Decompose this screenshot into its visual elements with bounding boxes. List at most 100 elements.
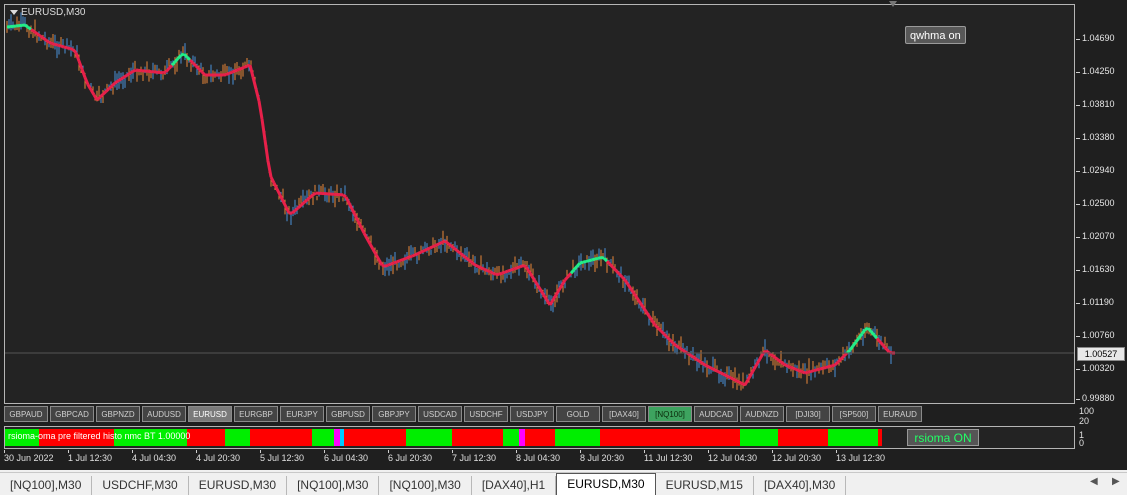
moving-average-segment xyxy=(745,380,748,385)
chart-tab[interactable]: [DAX40],H1 xyxy=(472,476,556,495)
moving-average-segment xyxy=(577,263,580,266)
symbol-button-usdcad[interactable]: USDCAD xyxy=(418,406,462,422)
symbol-button-nq100[interactable]: [NQ100] xyxy=(648,406,692,422)
rsioma-subwindow[interactable]: rsioma-oma pre filtered histo nmc BT 1.0… xyxy=(4,426,1075,449)
moving-average-segment xyxy=(37,34,40,36)
symbol-button-eurjpy[interactable]: EURJPY xyxy=(280,406,324,422)
chart-tab[interactable]: EURUSD,M30 xyxy=(189,476,287,495)
moving-average-segment xyxy=(706,366,709,368)
moving-average-segment xyxy=(313,193,316,195)
histogram-segment xyxy=(878,429,882,446)
symbol-button-gbpcad[interactable]: GBPCAD xyxy=(50,406,94,422)
moving-average-segment xyxy=(481,268,484,269)
moving-average-segment xyxy=(778,360,781,362)
symbol-button-gbpusd[interactable]: GBPUSD xyxy=(326,406,370,422)
price-label: 1.02940 xyxy=(1082,165,1115,175)
moving-average-segment xyxy=(304,200,307,203)
moving-average-segment xyxy=(760,354,763,359)
symbol-button-dji30[interactable]: [DJI30] xyxy=(786,406,830,422)
price-axis[interactable]: 1.046901.042501.038101.033801.029401.025… xyxy=(1076,4,1127,404)
moving-average-segment xyxy=(226,73,229,74)
moving-average-segment xyxy=(841,356,844,359)
tab-scroll-left-icon[interactable]: ◀ xyxy=(1090,476,1098,487)
histogram-segment xyxy=(828,429,878,446)
moving-average-segment xyxy=(730,378,733,380)
moving-average-segment xyxy=(514,268,517,269)
time-label: 13 Jul 12:30 xyxy=(836,453,885,463)
moving-average-segment xyxy=(451,246,454,248)
chart-tab[interactable]: USDCHF,M30 xyxy=(92,476,188,495)
moving-average-segment xyxy=(724,375,727,377)
price-chart[interactable]: EURUSD,M30 qwhma on xyxy=(4,4,1075,404)
chart-tab[interactable]: [NQ100],M30 xyxy=(287,476,379,495)
symbol-button-audnzd[interactable]: AUDNZD xyxy=(740,406,784,422)
symbol-button-usdchf[interactable]: USDCHF xyxy=(464,406,508,422)
moving-average-segment xyxy=(49,42,52,43)
moving-average-segment xyxy=(721,373,724,375)
moving-average-segment xyxy=(679,348,682,350)
moving-average-segment xyxy=(202,72,205,75)
symbol-button-dax40[interactable]: [DAX40] xyxy=(602,406,646,422)
symbol-button-gbpnzd[interactable]: GBPNZD xyxy=(96,406,140,422)
moving-average-segment xyxy=(478,266,481,267)
rsioma-toggle-button[interactable]: rsioma ON xyxy=(907,429,979,446)
moving-average-segment xyxy=(112,83,115,86)
price-tick xyxy=(1076,72,1080,73)
moving-average-segment xyxy=(100,94,103,97)
symbol-button-row: GBPAUDGBPCADGBPNZDAUDUSDEURUSDEURGBPEURJ… xyxy=(4,406,922,424)
symbol-button-usdjpy[interactable]: USDJPY xyxy=(510,406,554,422)
moving-average-segment xyxy=(694,358,697,360)
symbol-button-sp500[interactable]: [SP500] xyxy=(832,406,876,422)
symbol-button-eurusd[interactable]: EURUSD xyxy=(188,406,232,422)
moving-average-segment xyxy=(469,260,472,262)
moving-average-segment xyxy=(433,245,436,246)
moving-average-segment xyxy=(76,53,79,61)
time-label: 6 Jul 04:30 xyxy=(324,453,368,463)
moving-average-segment xyxy=(28,27,31,29)
moving-average-segment xyxy=(520,266,523,267)
moving-average-segment xyxy=(436,244,439,245)
moving-average-segment xyxy=(262,119,265,140)
time-label: 12 Jul 20:30 xyxy=(772,453,821,463)
moving-average-segment xyxy=(511,269,514,270)
moving-average-segment xyxy=(109,86,112,89)
price-label: 1.00760 xyxy=(1082,330,1115,340)
moving-average-segment xyxy=(361,227,364,233)
symbol-button-gbpjpy[interactable]: GBPJPY xyxy=(372,406,416,422)
moving-average-segment xyxy=(73,49,76,52)
chart-tab[interactable]: EURUSD,M15 xyxy=(656,476,754,495)
price-label: 1.00320 xyxy=(1082,363,1115,373)
moving-average-segment xyxy=(238,69,241,70)
moving-average-segment xyxy=(199,69,202,72)
symbol-button-gold[interactable]: GOLD xyxy=(556,406,600,422)
moving-average-segment xyxy=(814,370,817,371)
tab-scroll-right-icon[interactable]: ▶ xyxy=(1112,476,1120,487)
chart-tab[interactable]: [NQ100],M30 xyxy=(0,476,92,495)
moving-average-segment xyxy=(484,269,487,270)
chart-tab[interactable]: [DAX40],M30 xyxy=(754,476,846,495)
moving-average-segment xyxy=(595,258,598,259)
chart-tab[interactable]: [NQ100],M30 xyxy=(379,476,471,495)
symbol-button-eurgbp[interactable]: EURGBP xyxy=(234,406,278,422)
moving-average-segment xyxy=(820,368,823,369)
symbol-button-gbpaud[interactable]: GBPAUD xyxy=(4,406,48,422)
moving-average-segment xyxy=(31,29,34,31)
moving-average-segment xyxy=(163,72,166,73)
histogram-segment xyxy=(250,429,312,446)
moving-average-segment xyxy=(697,360,700,362)
histogram-segment xyxy=(778,429,828,446)
moving-average-segment xyxy=(793,368,796,369)
histogram-segment xyxy=(406,429,452,446)
moving-average-segment xyxy=(415,254,418,255)
moving-average-segment xyxy=(190,60,193,63)
chart-tab[interactable]: EURUSD,M30 xyxy=(556,473,655,495)
symbol-button-audcad[interactable]: AUDCAD xyxy=(694,406,738,422)
moving-average-segment xyxy=(880,342,883,345)
moving-average-segment xyxy=(394,262,397,263)
moving-average-segment xyxy=(460,253,463,255)
moving-average-segment xyxy=(676,346,679,348)
time-axis[interactable]: 30 Jun 20221 Jul 12:304 Jul 04:304 Jul 2… xyxy=(0,450,1076,468)
histogram-segment xyxy=(525,429,555,446)
symbol-button-audusd[interactable]: AUDUSD xyxy=(142,406,186,422)
symbol-button-euraud[interactable]: EURAUD xyxy=(878,406,922,422)
